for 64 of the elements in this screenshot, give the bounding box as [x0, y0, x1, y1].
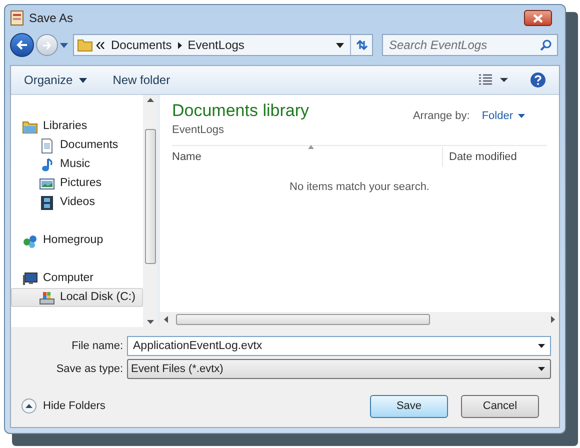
navigation-item[interactable]: Documents — [11, 136, 143, 155]
sort-arrow-icon — [308, 144, 314, 148]
film-icon — [39, 194, 55, 210]
file-name-label: File name: — [70, 338, 124, 354]
cancel-button[interactable]: Cancel — [461, 394, 539, 418]
library-folder-icon — [22, 118, 38, 134]
document-icon — [39, 138, 55, 154]
dropdown-icon[interactable] — [538, 344, 545, 348]
breadcrumb-arrow-icon[interactable] — [178, 42, 182, 48]
arrange-by-label: Arrange by: — [412, 109, 470, 124]
library-subtitle: EventLogs — [172, 123, 225, 138]
back-button[interactable] — [10, 33, 34, 57]
help-icon[interactable] — [530, 72, 546, 88]
back-arrow-icon — [16, 40, 28, 50]
save-button[interactable]: Save — [370, 394, 448, 418]
organize-button[interactable]: Organize — [24, 71, 87, 89]
navigation-item[interactable]: Local Disk (C:) — [11, 288, 143, 307]
disk-drive-icon — [39, 290, 55, 306]
column-header[interactable]: Date modified — [443, 148, 547, 166]
search-icon — [540, 39, 552, 51]
dropdown-icon[interactable] — [336, 42, 344, 48]
history-dropdown-icon[interactable] — [60, 42, 68, 48]
navigation-item[interactable]: Homegroup — [11, 231, 143, 250]
folder-icon — [77, 38, 93, 52]
empty-message: No items match your search. — [290, 180, 430, 192]
refresh-icon[interactable] — [354, 39, 368, 51]
vertical-scrollbar[interactable] — [143, 95, 157, 327]
navigation-item[interactable]: Music — [11, 155, 143, 174]
homegroup-icon — [22, 232, 38, 248]
caret-icon — [518, 114, 525, 118]
scroll-up-icon — [146, 98, 154, 102]
close-icon — [533, 14, 543, 22]
collapse-icon — [21, 398, 37, 414]
search-field[interactable]: Search EventLogs — [382, 34, 558, 56]
breadcrumb[interactable]: EventLogs — [188, 36, 244, 54]
arrange-by-dropdown[interactable]: Folder — [482, 108, 525, 124]
window-title: Save As — [29, 10, 74, 27]
address-bar[interactable]: Documents EventLogs — [73, 34, 373, 56]
scroll-right-icon — [551, 316, 555, 323]
file-name-field[interactable]: ApplicationEventLog.evtx — [127, 336, 551, 356]
navigation-item[interactable]: Computer — [11, 269, 143, 288]
column-header[interactable]: Name — [172, 148, 442, 166]
library-title: Documents library — [172, 100, 309, 122]
music-note-icon — [39, 156, 55, 172]
navigation-item[interactable]: Libraries — [11, 117, 143, 136]
breadcrumb[interactable]: Documents — [111, 36, 172, 54]
scroll-down-icon — [146, 320, 154, 324]
navigation-item[interactable]: Pictures — [11, 174, 143, 193]
hide-folders-button[interactable]: Hide Folders — [21, 398, 106, 414]
close-button[interactable] — [524, 10, 552, 26]
navigation-item[interactable]: Videos — [11, 193, 143, 212]
save-as-type-dropdown[interactable]: Event Files (*.evtx) — [127, 359, 551, 379]
picture-icon — [39, 176, 55, 192]
view-options-icon[interactable] — [478, 74, 508, 86]
scroll-left-icon — [164, 316, 168, 323]
forward-arrow-icon — [42, 40, 52, 50]
window-icon — [10, 10, 24, 26]
overflow-chevron-icon[interactable] — [96, 42, 105, 48]
save-as-type-label: Save as type: — [55, 362, 124, 377]
computer-icon — [22, 270, 38, 286]
horizontal-scrollbar[interactable] — [160, 312, 559, 327]
caret-icon — [78, 78, 87, 82]
caret-icon — [538, 367, 545, 371]
new-folder-button[interactable]: New folder — [112, 71, 170, 89]
